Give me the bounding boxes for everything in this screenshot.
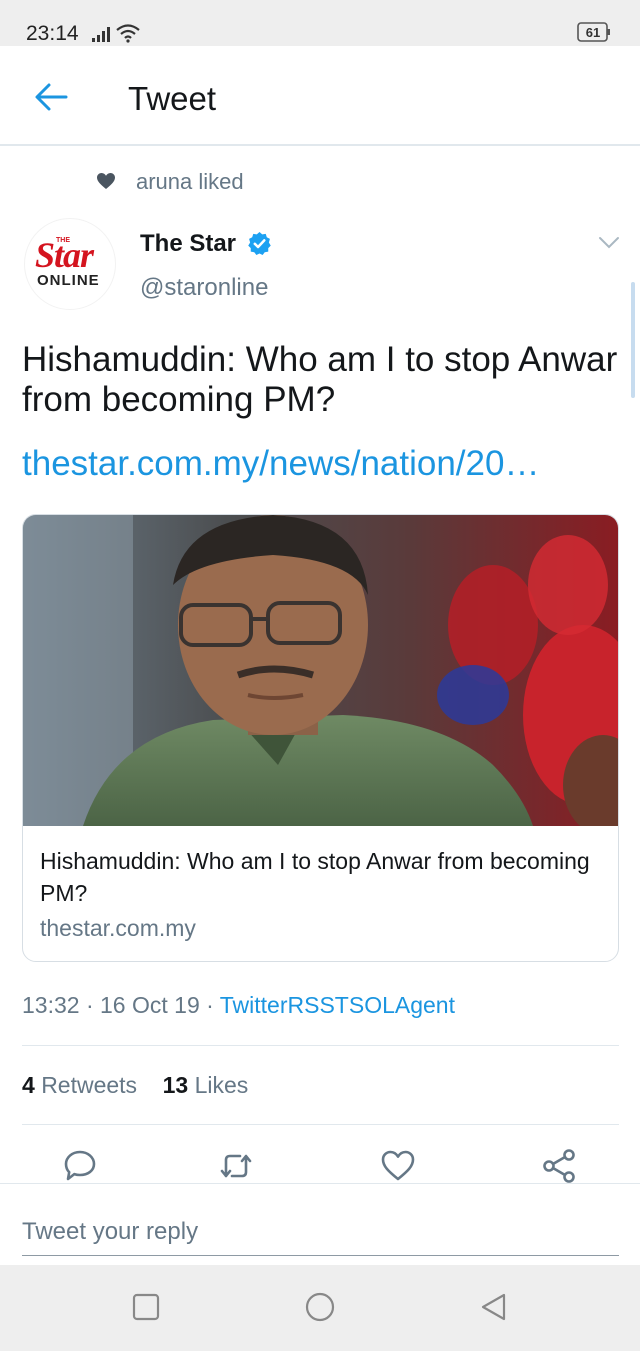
avatar-logo-the: THE <box>56 237 70 244</box>
recents-icon[interactable] <box>130 1291 162 1323</box>
tweet-source[interactable]: TwitterRSSTSOLAgent <box>220 992 455 1018</box>
home-icon[interactable] <box>304 1291 336 1323</box>
battery-level: 61 <box>585 25 601 40</box>
tweet-date: 16 Oct 19 <box>100 992 200 1018</box>
retweets-count: 4 <box>22 1072 35 1098</box>
page-title: Tweet <box>128 80 217 117</box>
author-handle[interactable]: @staronline <box>140 274 268 302</box>
status-time: 23:14 <box>26 22 79 45</box>
retweets-label: Retweets <box>41 1072 138 1098</box>
tweet-timestamp: 13:32 · 16 Oct 19 · TwitterRSSTSOLAgent <box>22 992 455 1019</box>
likes-stat[interactable]: 13 Likes <box>163 1072 249 1098</box>
social-context-text[interactable]: aruna liked <box>136 169 244 195</box>
reply-icon[interactable] <box>62 1148 98 1184</box>
card-title: Hishamuddin: Who am I to stop Anwar from… <box>40 848 590 906</box>
retweet-icon[interactable] <box>218 1148 254 1184</box>
heart-icon <box>97 173 115 189</box>
tweet-stats: 4 Retweets 13 Likes <box>22 1072 248 1099</box>
share-icon[interactable] <box>541 1148 577 1184</box>
author-name[interactable]: The Star <box>140 230 236 258</box>
retweets-stat[interactable]: 4 Retweets <box>22 1072 137 1098</box>
meta-separator: · <box>206 992 220 1018</box>
link-card[interactable]: Hishamuddin: Who am I to stop Anwar from… <box>22 514 619 962</box>
back-icon[interactable] <box>478 1291 510 1323</box>
chevron-down-icon[interactable] <box>598 236 620 250</box>
divider <box>22 1045 619 1046</box>
divider <box>22 1124 619 1125</box>
signal-icon <box>92 27 110 42</box>
wifi-icon <box>116 24 140 43</box>
reply-input[interactable] <box>22 1208 619 1256</box>
like-icon[interactable] <box>380 1148 416 1184</box>
meta-separator: · <box>85 992 101 1018</box>
tweet-text: Hishamuddin: Who am I to stop Anwar from… <box>22 340 618 419</box>
scroll-indicator[interactable] <box>631 282 635 398</box>
tweet-link[interactable]: thestar.com.my/news/nation/20… <box>22 444 622 484</box>
likes-count: 13 <box>162 1072 189 1098</box>
verified-badge-icon <box>248 232 271 255</box>
likes-label: Likes <box>194 1072 249 1098</box>
app-header <box>0 46 640 146</box>
tweet-time: 13:32 <box>22 992 80 1018</box>
avatar-logo-online: ONLINE <box>37 272 100 289</box>
card-image <box>23 515 618 826</box>
arrow-left-icon[interactable] <box>34 82 68 112</box>
card-domain: thestar.com.my <box>40 915 196 941</box>
